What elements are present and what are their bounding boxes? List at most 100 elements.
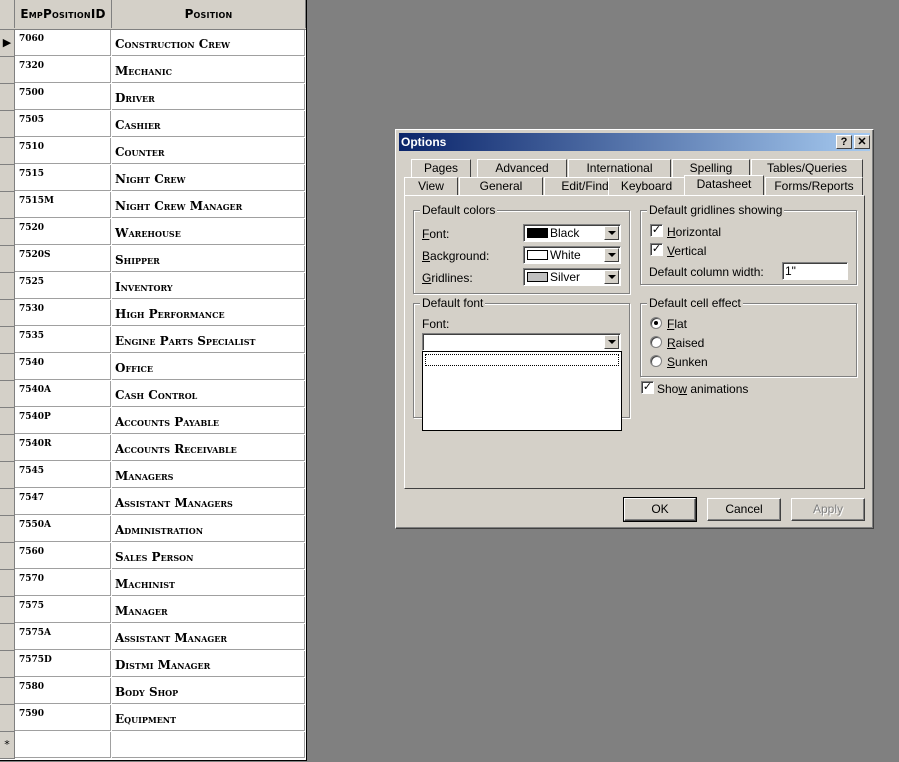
column-header-empposition-id[interactable]: EmpPositionID [15,0,112,28]
cell-position[interactable]: Cash Control [112,381,305,407]
row-selector[interactable] [0,219,15,246]
row-selector[interactable] [0,597,15,624]
cell-position[interactable]: Administration [112,516,305,542]
cell-empposition-id[interactable]: 7550A [15,516,111,542]
cell-empposition-id[interactable]: 7570 [15,570,111,596]
cell-position[interactable]: Accounts Receivable [112,435,305,461]
cell-empposition-id[interactable]: 7545 [15,462,111,488]
table-row[interactable]: 7590 Equipment [0,705,306,732]
cell-empposition-id[interactable]: 7520 [15,219,111,245]
table-row[interactable]: 7525 Inventory [0,273,306,300]
cell-position[interactable]: High Performance [112,300,305,326]
cancel-button[interactable]: Cancel [707,498,781,521]
cell-empposition-id[interactable]: 7500 [15,84,111,110]
tab-datasheet[interactable]: Datasheet [684,175,764,195]
table-row[interactable]: 7520 Warehouse [0,219,306,246]
cell-empposition-id[interactable]: 7060 [15,30,111,56]
cell-position[interactable]: Machinist [112,570,305,596]
ok-button[interactable]: OK [623,497,697,522]
tab-tables-queries[interactable]: Tables/Queries [751,159,863,177]
tab-international[interactable]: International [568,159,671,177]
cell-position[interactable]: Shipper [112,246,305,272]
chevron-down-icon[interactable] [604,335,619,349]
cell-position[interactable]: Cashier [112,111,305,137]
horizontal-checkbox[interactable]: ✓ [650,224,663,237]
table-row[interactable]: 7515M Night Crew Manager [0,192,306,219]
cell-position[interactable]: Distmi Manager [112,651,305,677]
tab-general[interactable]: General [459,177,543,195]
apply-button[interactable]: Apply [791,498,865,521]
row-selector[interactable] [0,570,15,597]
table-row[interactable]: 7520S Shipper [0,246,306,273]
row-selector[interactable] [0,408,15,435]
table-row[interactable]: 7505 Cashier [0,111,306,138]
cell-empposition-id[interactable]: 7320 [15,57,111,83]
default-font-select[interactable] [422,333,621,351]
column-width-input[interactable]: 1" [782,262,848,280]
table-row[interactable]: 7530 High Performance [0,300,306,327]
cell-empposition-id[interactable]: 7535 [15,327,111,353]
row-selector[interactable] [0,516,15,543]
raised-radio[interactable] [650,336,662,348]
cell-empposition-id[interactable]: 7540P [15,408,111,434]
cell-empposition-id[interactable]: 7540A [15,381,111,407]
cell-empposition-id[interactable]: 7575A [15,624,111,650]
row-selector[interactable] [0,138,15,165]
cell-position[interactable]: Counter [112,138,305,164]
font-color-select[interactable]: Black [523,224,621,242]
show-animations-checkbox[interactable]: ✓ [641,381,654,394]
cell-empposition-id[interactable]: 7590 [15,705,111,731]
cell-empposition-id[interactable] [15,732,111,758]
cell-empposition-id[interactable]: 7515M [15,192,111,218]
background-color-select[interactable]: White [523,246,621,264]
row-selector[interactable] [0,543,15,570]
table-row[interactable]: 7540P Accounts Payable [0,408,306,435]
default-font-dropdown-list[interactable] [422,351,622,431]
row-selector[interactable] [0,354,15,381]
table-row[interactable]: 7545 Managers [0,462,306,489]
new-record-marker[interactable]: * [0,732,15,759]
cell-position[interactable]: Night Crew [112,165,305,191]
dropdown-focus-item[interactable] [425,354,619,366]
table-row[interactable]: 7515 Night Crew [0,165,306,192]
cell-position[interactable]: Body Shop [112,678,305,704]
chevron-down-icon[interactable] [604,248,619,262]
cell-empposition-id[interactable]: 7540R [15,435,111,461]
cell-position[interactable]: Engine Parts Specialist [112,327,305,353]
cell-empposition-id[interactable]: 7505 [15,111,111,137]
table-row[interactable]: 7575 Manager [0,597,306,624]
cell-empposition-id[interactable]: 7575D [15,651,111,677]
cell-position[interactable] [112,732,305,758]
row-selector[interactable] [0,300,15,327]
table-row[interactable]: 7575D Distmi Manager [0,651,306,678]
chevron-down-icon[interactable] [604,270,619,284]
cell-empposition-id[interactable]: 7525 [15,273,111,299]
table-row[interactable]: 7320 Mechanic [0,57,306,84]
flat-radio[interactable] [650,317,662,329]
row-selector[interactable] [0,462,15,489]
tab-advanced[interactable]: Advanced [477,159,567,177]
table-row[interactable]: 7547 Assistant Managers [0,489,306,516]
cell-position[interactable]: Inventory [112,273,305,299]
row-selector[interactable] [0,489,15,516]
cell-empposition-id[interactable]: 7580 [15,678,111,704]
help-button[interactable]: ? [836,135,852,149]
table-row[interactable]: 7540 Office [0,354,306,381]
table-row[interactable]: 7535 Engine Parts Specialist [0,327,306,354]
cell-position[interactable]: Managers [112,462,305,488]
table-row[interactable]: 7575A Assistant Manager [0,624,306,651]
row-selector[interactable] [0,381,15,408]
cell-position[interactable]: Mechanic [112,57,305,83]
table-row[interactable]: ▶ 7060 Construction Crew [0,30,306,57]
cell-position[interactable]: Assistant Managers [112,489,305,515]
cell-position[interactable]: Warehouse [112,219,305,245]
row-selector[interactable] [0,165,15,192]
new-record-row[interactable]: * [0,732,306,759]
table-row[interactable]: 7500 Driver [0,84,306,111]
cell-position[interactable]: Construction Crew [112,30,305,56]
row-selector[interactable] [0,624,15,651]
row-selector[interactable] [0,57,15,84]
row-selector[interactable] [0,84,15,111]
column-header-position[interactable]: Position [112,0,306,28]
row-selector[interactable]: ▶ [0,30,15,57]
